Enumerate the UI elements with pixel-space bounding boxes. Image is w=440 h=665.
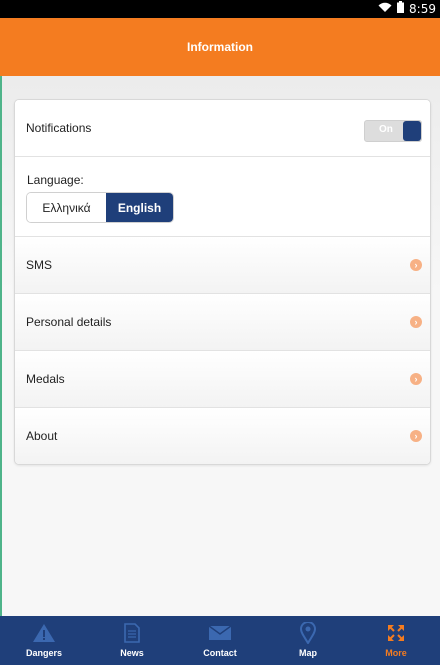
- tab-label: Contact: [203, 648, 237, 658]
- tab-label: More: [385, 648, 407, 658]
- settings-card: Notifications On Language: Ελληνικά Engl…: [14, 99, 431, 465]
- menu-item-personal-details[interactable]: Personal details ›: [15, 294, 430, 351]
- map-pin-icon: [300, 622, 316, 644]
- tab-map[interactable]: Map: [264, 616, 352, 665]
- menu-item-sms[interactable]: SMS ›: [15, 237, 430, 294]
- tab-label: Dangers: [25, 648, 62, 658]
- notifications-label: Notifications: [26, 121, 92, 135]
- tab-label: Map: [299, 648, 317, 658]
- toggle-label: On: [379, 124, 393, 135]
- bottom-navigation: Dangers News Contact Map More: [0, 616, 440, 665]
- chevron-right-icon: ›: [410, 259, 422, 271]
- page-title: Information: [187, 40, 253, 54]
- tab-news[interactable]: News: [88, 616, 176, 665]
- status-time: 8:59: [409, 1, 436, 16]
- notifications-toggle[interactable]: On: [364, 120, 422, 142]
- notifications-row: Notifications On: [15, 100, 430, 157]
- document-icon: [124, 622, 140, 644]
- status-bar: 8:59: [0, 0, 440, 18]
- language-label: Language:: [27, 173, 84, 187]
- menu-item-about[interactable]: About ›: [15, 408, 430, 464]
- tab-dangers[interactable]: Dangers: [0, 616, 88, 665]
- wifi-icon: [378, 2, 392, 16]
- warning-icon: [32, 622, 56, 644]
- toggle-knob: [403, 121, 421, 141]
- tab-more[interactable]: More: [352, 616, 440, 665]
- menu-item-label: Medals: [26, 372, 65, 386]
- app-header: Information: [0, 18, 440, 76]
- language-row: Language: Ελληνικά English: [15, 157, 430, 237]
- menu-item-label: SMS: [26, 258, 53, 272]
- battery-icon: [397, 1, 405, 16]
- language-selector: Ελληνικά English: [26, 192, 174, 223]
- menu-item-medals[interactable]: Medals ›: [15, 351, 430, 408]
- tab-contact[interactable]: Contact: [176, 616, 264, 665]
- language-option-english[interactable]: English: [106, 193, 173, 222]
- chevron-right-icon: ›: [410, 316, 422, 328]
- menu-item-label: Personal details: [26, 315, 112, 329]
- language-option-greek[interactable]: Ελληνικά: [27, 193, 106, 222]
- chevron-right-icon: ›: [410, 430, 422, 442]
- main-content: Notifications On Language: Ελληνικά Engl…: [0, 76, 440, 616]
- expand-icon: [386, 622, 406, 644]
- chevron-right-icon: ›: [410, 373, 422, 385]
- tab-label: News: [120, 648, 144, 658]
- envelope-icon: [208, 622, 232, 644]
- menu-item-label: About: [26, 429, 58, 443]
